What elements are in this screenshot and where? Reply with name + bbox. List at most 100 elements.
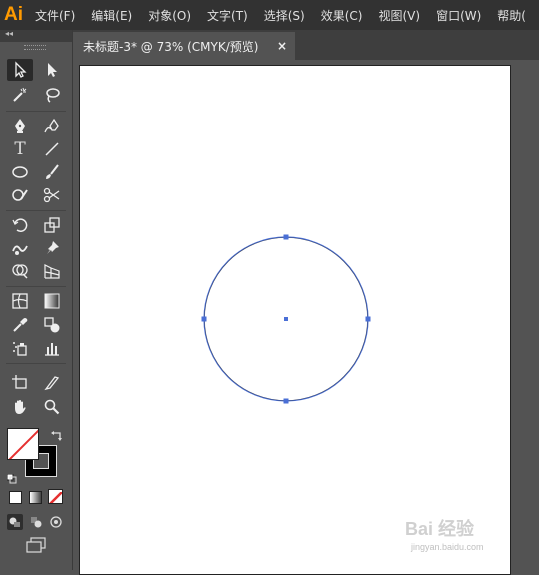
slice-tool[interactable] [39,371,65,393]
shape-builder-tool[interactable] [7,260,33,282]
gradient-icon [44,293,60,309]
line-segment-tool[interactable] [39,138,65,160]
selection-tool[interactable] [7,59,33,81]
scale-icon [44,217,60,233]
shape-builder-icon [12,264,28,279]
slice-knife-icon [44,376,60,391]
direct-selection-arrow-icon [48,63,57,77]
perspective-grid-icon [44,264,60,279]
eyedropper-tool[interactable] [7,314,33,336]
column-graph-icon [45,343,59,356]
menu-select[interactable]: 选择(S) [264,7,305,24]
blend-tool[interactable] [39,314,65,336]
document-tab[interactable]: 未标题-3* @ 73% (CMYK/预览) × [73,32,295,60]
draw-behind-button[interactable] [28,514,44,530]
draw-normal-icon [9,517,20,527]
draw-inside-icon [50,516,62,528]
app-logo: Ai [4,4,23,25]
mesh-tool[interactable] [7,290,33,312]
zoom-tool[interactable] [39,396,65,418]
artboard-tool[interactable] [7,371,33,393]
anchor-top[interactable] [283,234,289,240]
gradient-tool[interactable] [39,290,65,312]
anchor-bottom[interactable] [283,398,289,404]
tools-panel: ◂◂ T [0,29,73,570]
selection-arrow-icon [15,61,27,78]
menu-object[interactable]: 对象(O) [148,7,191,24]
draw-inside-button[interactable] [48,514,64,530]
warp-tool[interactable] [7,237,33,259]
hand-tool[interactable] [7,396,33,418]
ellipse-tool[interactable] [7,161,33,183]
perspective-grid-tool[interactable] [39,260,65,282]
watermark-brand: Bai 经验 [405,519,475,539]
column-graph-tool[interactable] [39,337,65,359]
screen-mode-button[interactable] [25,536,47,554]
magic-wand-tool[interactable] [7,84,33,106]
curvature-pen-icon [44,118,59,133]
magic-wand-icon [13,87,27,102]
scale-tool[interactable] [39,214,65,236]
symbol-sprayer-tool[interactable] [7,337,33,359]
magnifier-icon [44,399,60,415]
color-mode-button[interactable] [9,491,22,504]
scissors-tool[interactable] [39,184,65,206]
tools-grip[interactable] [24,45,46,50]
artboard[interactable] [79,65,511,575]
mesh-icon [12,293,28,309]
direct-selection-tool[interactable] [39,59,65,81]
swap-fill-stroke-icon[interactable] [50,428,64,442]
tools-panel-header[interactable]: ◂◂ [0,29,72,42]
draw-behind-icon [31,517,42,528]
default-fill-stroke-icon[interactable] [6,469,17,484]
artboard-icon [12,375,27,389]
menu-file[interactable]: 文件(F) [35,7,75,24]
menu-effect[interactable]: 效果(C) [321,7,363,24]
gradient-mode-button[interactable] [29,491,42,504]
rotate-icon [12,218,28,232]
document-tab-bar: 未标题-3* @ 73% (CMYK/预览) × [73,30,539,60]
paintbrush-tool[interactable] [39,161,65,183]
draw-normal-button[interactable] [7,514,23,530]
anchor-right[interactable] [365,316,371,322]
none-mode-button[interactable] [48,489,63,504]
pen-tool[interactable] [7,115,33,137]
scissors-icon [43,187,60,203]
anchor-left[interactable] [201,316,207,322]
symbol-sprayer-icon [13,342,27,356]
shaper-tool[interactable] [7,184,33,206]
close-tab-icon[interactable]: × [277,39,287,53]
ellipse-icon [12,166,28,178]
menu-help[interactable]: 帮助( [497,7,526,24]
pen-nib-icon [15,119,25,133]
rotate-tool[interactable] [7,214,33,236]
shaper-icon [12,189,28,201]
menu-list: 文件(F) 编辑(E) 对象(O) 文字(T) 选择(S) 效果(C) 视图(V… [35,7,539,24]
puppet-warp-tool[interactable] [39,237,65,259]
menu-window[interactable]: 窗口(W) [436,7,481,24]
menu-edit[interactable]: 编辑(E) [91,7,132,24]
center-point[interactable] [284,317,288,321]
screen-mode-icon [26,537,46,553]
lasso-icon [46,88,60,103]
warp-icon [12,245,28,255]
eyedropper-icon [13,318,28,332]
paintbrush-icon [46,164,59,179]
workspace[interactable] [73,60,539,575]
menu-bar: Ai 文件(F) 编辑(E) 对象(O) 文字(T) 选择(S) 效果(C) 视… [0,0,539,30]
none-icon [49,491,62,503]
type-tool[interactable]: T [7,138,33,160]
type-tool-glyph: T [14,139,26,159]
fill-swatch[interactable] [7,428,39,460]
menu-view[interactable]: 视图(V) [378,7,420,24]
menu-type[interactable]: 文字(T) [207,7,248,24]
curvature-tool[interactable] [39,115,65,137]
lasso-tool[interactable] [39,84,65,106]
pushpin-icon [47,241,59,254]
watermark: Bai 经验 jingyan.baidu.com [405,510,515,565]
canvas-layer [201,234,371,404]
document-tab-title: 未标题-3* @ 73% (CMYK/预览) [83,39,259,54]
collapse-icon[interactable]: ◂◂ [5,29,13,38]
watermark-url: jingyan.baidu.com [411,542,484,552]
none-swatch-icon [8,429,38,459]
